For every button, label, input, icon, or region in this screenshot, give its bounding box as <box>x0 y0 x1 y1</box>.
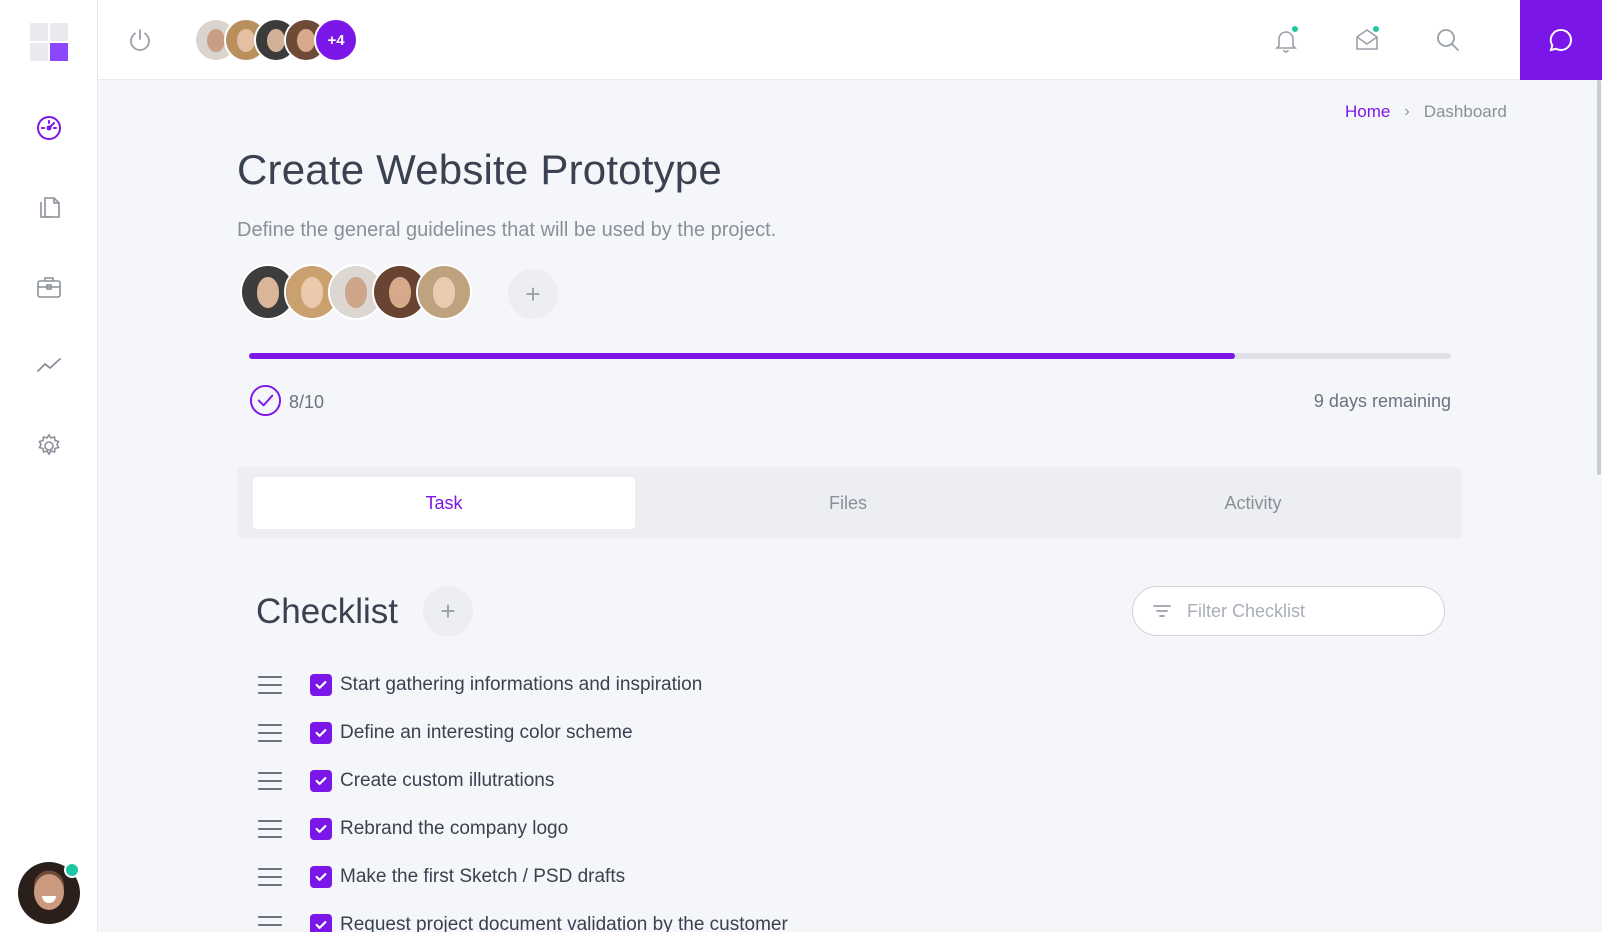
check-circle-icon <box>249 384 282 417</box>
search-icon[interactable] <box>1432 24 1464 56</box>
tasks-completed-count: 8/10 <box>289 392 325 412</box>
checkbox[interactable] <box>310 674 332 696</box>
top-bar: +4 <box>98 0 1602 80</box>
checklist-item-label: Start gathering informations and inspira… <box>340 674 703 695</box>
checklist-item: Start gathering informations and inspira… <box>258 670 702 700</box>
checklist-item-label: Define an interesting color scheme <box>340 722 633 743</box>
team-avatars[interactable]: +4 <box>194 18 358 62</box>
scrollbar[interactable] <box>1596 80 1602 932</box>
checklist-item: Request project document validation by t… <box>258 910 788 932</box>
checklist-item: Define an interesting color scheme <box>258 718 633 748</box>
checkbox[interactable] <box>310 914 332 932</box>
drag-handle-icon[interactable] <box>258 772 282 790</box>
check-icon <box>315 825 327 833</box>
project-members <box>240 264 472 320</box>
checklist-item-label: Request project document validation by t… <box>340 914 788 932</box>
drag-handle-icon[interactable] <box>258 916 282 932</box>
checklist-item: Rebrand the company logo <box>258 814 568 844</box>
progress-fill <box>249 353 1235 359</box>
checklist-item: Create custom illutrations <box>258 766 554 796</box>
checkbox[interactable] <box>310 722 332 744</box>
filter-checklist-field[interactable] <box>1132 586 1445 636</box>
drag-handle-icon[interactable] <box>258 724 282 742</box>
drag-handle-icon[interactable] <box>258 868 282 886</box>
checkbox[interactable] <box>310 866 332 888</box>
app-logo[interactable] <box>30 23 68 61</box>
check-icon <box>315 729 327 737</box>
filter-checklist-input[interactable] <box>1187 600 1417 622</box>
bell-icon[interactable] <box>1270 24 1302 56</box>
scrollbar-thumb[interactable] <box>1597 80 1601 475</box>
breadcrumb: Home › Dashboard <box>1345 102 1507 122</box>
checkbox[interactable] <box>310 770 332 792</box>
more-members-badge[interactable]: +4 <box>314 18 358 62</box>
notification-dot <box>1290 24 1300 34</box>
tab-task[interactable]: Task <box>253 477 635 529</box>
documents-icon[interactable] <box>34 192 64 222</box>
chat-icon <box>1549 28 1572 52</box>
chevron-right-icon: › <box>1404 103 1410 120</box>
power-icon[interactable] <box>126 26 154 54</box>
check-icon <box>315 873 327 881</box>
notification-dot <box>1371 24 1381 34</box>
checklist-item-label: Make the first Sketch / PSD drafts <box>340 866 626 887</box>
checklist-item: Make the first Sketch / PSD drafts <box>258 862 625 892</box>
member-avatar[interactable] <box>416 264 472 320</box>
filter-icon <box>1153 605 1171 617</box>
page-subtitle: Define the general guidelines that will … <box>237 219 777 241</box>
breadcrumb-current: Dashboard <box>1423 102 1507 121</box>
check-icon <box>315 777 327 785</box>
tab-bar: Task Files Activity <box>237 467 1462 539</box>
user-avatar[interactable] <box>18 862 80 924</box>
checkbox[interactable] <box>310 818 332 840</box>
add-member-button[interactable]: + <box>508 269 558 319</box>
checklist-item-label: Rebrand the company logo <box>340 818 569 839</box>
checklist-item-label: Create custom illutrations <box>340 770 555 791</box>
tab-activity[interactable]: Activity <box>1062 477 1444 529</box>
drag-handle-icon[interactable] <box>258 820 282 838</box>
days-remaining: 9 days remaining <box>1313 391 1451 411</box>
add-checklist-item-button[interactable]: + <box>423 586 473 636</box>
online-status-dot <box>64 862 80 878</box>
chat-button[interactable] <box>1520 0 1602 80</box>
mail-icon[interactable] <box>1351 24 1383 56</box>
drag-handle-icon[interactable] <box>258 676 282 694</box>
sidebar <box>0 0 98 932</box>
check-icon <box>315 921 327 929</box>
dashboard-icon[interactable] <box>34 113 64 143</box>
breadcrumb-home-link[interactable]: Home <box>1345 102 1390 122</box>
checklist-title: Checklist <box>256 592 398 631</box>
page-title: Create Website Prototype <box>237 146 722 193</box>
briefcase-icon[interactable] <box>34 272 64 302</box>
settings-icon[interactable] <box>34 431 64 461</box>
project-progress-bar <box>249 353 1451 359</box>
check-icon <box>315 681 327 689</box>
tab-files[interactable]: Files <box>657 477 1039 529</box>
analytics-icon[interactable] <box>34 350 64 380</box>
